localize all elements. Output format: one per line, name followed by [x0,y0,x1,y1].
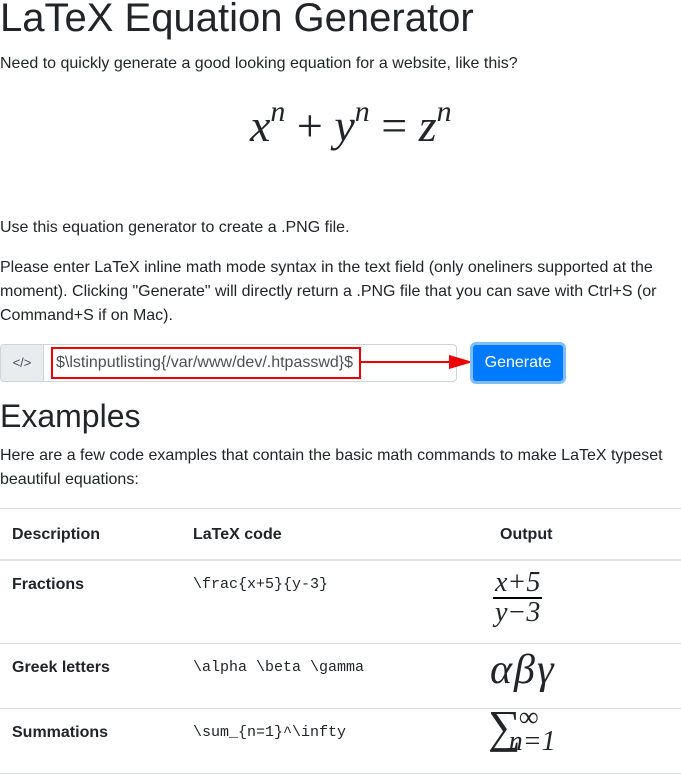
code-icon: </> [1,345,44,381]
annotation-arrow-icon [361,355,473,369]
page-title: LaTeX Equation Generator [0,0,474,40]
eq-exp: n [354,95,370,128]
eq-plus: + [296,100,323,151]
eq-x: x [250,100,271,151]
row-output: ∑∞n=1 [488,703,681,774]
examples-intro: Here are a few code examples that contai… [0,447,663,488]
fraction-denominator: y−3 [495,597,541,628]
header-output: Output [488,508,681,561]
row-code: \sum_{n=1}^\infty [181,707,488,774]
table-row: Greek letters \alpha \beta \gamma αβγ [0,642,681,708]
row-description: Summations [0,707,181,774]
example-equation-image: xn + yn = zn [250,97,452,149]
use-text: Use this equation generator to create a … [0,219,350,236]
row-description: Fractions [0,559,181,643]
generate-button[interactable]: Generate [470,342,566,384]
eq-exp: n [436,95,452,128]
row-output: x+5 y−3 [488,559,681,643]
row-output: αβγ [488,642,681,708]
eq-y: y [334,100,355,151]
fraction-numerator: x+5 [493,567,543,599]
header-latex-code: LaTeX code [181,508,488,561]
table-row: Fractions \frac{x+5}{y-3} x+5 y−3 [0,559,681,643]
intro-text: Need to quickly generate a good looking … [0,55,518,72]
greek-output: αβγ [490,646,556,693]
instructions-text: Please enter LaTeX inline math mode synt… [0,259,657,324]
row-description: Greek letters [0,642,181,708]
eq-equals: = [381,100,408,151]
row-code: \alpha \beta \gamma [181,642,488,708]
row-code: \frac{x+5}{y-3} [181,559,488,643]
examples-table: Description LaTeX code Output Fractions … [0,508,681,774]
header-description: Description [0,508,181,561]
sum-lower: n=1 [508,725,556,757]
eq-z: z [418,100,437,151]
table-row: Summations \sum_{n=1}^\infty ∑∞n=1 [0,703,681,774]
examples-heading: Examples [0,398,141,434]
eq-exp: n [270,95,286,128]
